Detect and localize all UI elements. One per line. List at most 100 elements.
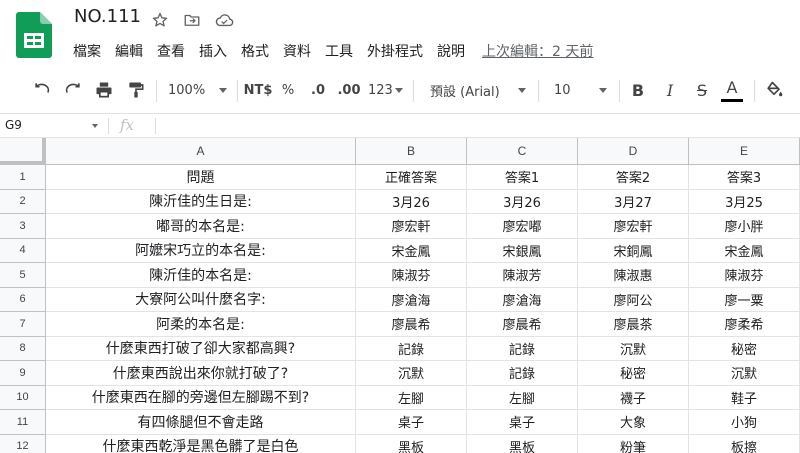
column-header[interactable]: A	[46, 138, 356, 165]
cell-answer-2[interactable]: 宋銅鳳	[578, 238, 689, 263]
cell-answer-1[interactable]: 桌子	[467, 410, 578, 435]
cell-answer-1[interactable]: 宋銀鳳	[467, 238, 578, 263]
bold-button[interactable]: B	[628, 70, 648, 110]
cell-answer-3[interactable]: 板擦	[689, 434, 800, 453]
cell-correct-answer[interactable]: 桌子	[356, 410, 467, 435]
header-cell-answer-1[interactable]: 答案1	[467, 165, 578, 190]
cell-answer-1[interactable]: 廖晨希	[467, 312, 578, 337]
cell-answer-3[interactable]: 廖一粟	[689, 287, 800, 312]
row-header[interactable]: 3	[0, 214, 46, 239]
italic-button[interactable]: I	[660, 70, 680, 110]
cell-question[interactable]: 陳沂佳的本名是:	[46, 263, 356, 288]
cell-answer-1[interactable]: 3月26	[467, 189, 578, 214]
row-header[interactable]: 8	[0, 336, 46, 361]
move-folder-icon[interactable]	[182, 10, 202, 30]
menu-file[interactable]: 檔案	[66, 42, 108, 62]
cell-question[interactable]: 陳沂佳的生日是:	[46, 189, 356, 214]
row-header[interactable]: 6	[0, 287, 46, 312]
undo-icon[interactable]	[30, 70, 54, 110]
cell-answer-3[interactable]: 宋金鳳	[689, 238, 800, 263]
cell-answer-1[interactable]: 陳淑芳	[467, 263, 578, 288]
font-size-select[interactable]: 10	[554, 70, 612, 110]
row-header[interactable]: 9	[0, 361, 46, 386]
cell-answer-3[interactable]: 小狗	[689, 410, 800, 435]
cell-answer-2[interactable]: 廖宏軒	[578, 214, 689, 239]
zoom-select[interactable]: 100%	[168, 70, 232, 110]
row-header[interactable]: 12	[0, 434, 46, 453]
cell-answer-3[interactable]: 廖柔希	[689, 312, 800, 337]
paint-format-icon[interactable]	[124, 70, 148, 110]
menu-data[interactable]: 資料	[276, 42, 318, 62]
row-header[interactable]: 7	[0, 312, 46, 337]
document-title[interactable]: NO.111	[74, 6, 141, 27]
cell-question[interactable]: 什麼東西說出來你就打破了?	[46, 361, 356, 386]
cell-answer-3[interactable]: 沉默	[689, 361, 800, 386]
cell-answer-3[interactable]: 陳淑芬	[689, 263, 800, 288]
last-edit-link[interactable]: 上次編輯：2 天前	[482, 42, 593, 62]
cell-correct-answer[interactable]: 廖滄海	[356, 287, 467, 312]
header-cell-correct-answer[interactable]: 正確答案	[356, 165, 467, 190]
font-family-select[interactable]: 預設 (Arial)	[430, 70, 530, 110]
row-header[interactable]: 5	[0, 263, 46, 288]
cell-question[interactable]: 什麼東西在腳的旁邊但左腳踢不到?	[46, 385, 356, 410]
column-header[interactable]: C	[467, 138, 578, 165]
cell-correct-answer[interactable]: 記錄	[356, 336, 467, 361]
more-formats-select[interactable]: 123	[368, 70, 404, 110]
print-icon[interactable]	[92, 70, 116, 110]
strikethrough-button[interactable]: S	[692, 70, 712, 110]
cell-answer-2[interactable]: 沉默	[578, 336, 689, 361]
cell-answer-1[interactable]: 黑板	[467, 434, 578, 453]
cell-correct-answer[interactable]: 3月26	[356, 189, 467, 214]
header-cell-answer-2[interactable]: 答案2	[578, 165, 689, 190]
row-header[interactable]: 10	[0, 385, 46, 410]
header-cell-question[interactable]: 問題	[46, 165, 356, 190]
cell-answer-3[interactable]: 秘密	[689, 336, 800, 361]
column-header[interactable]: D	[578, 138, 689, 165]
menu-view[interactable]: 查看	[150, 42, 192, 62]
cell-question[interactable]: 什麼東西打破了卻大家都高興?	[46, 336, 356, 361]
cloud-saved-icon[interactable]	[214, 10, 234, 30]
fill-color-icon[interactable]	[762, 70, 786, 110]
cell-correct-answer[interactable]: 左腳	[356, 385, 467, 410]
cell-answer-2[interactable]: 廖晨茶	[578, 312, 689, 337]
menu-tools[interactable]: 工具	[318, 42, 360, 62]
name-box[interactable]: G9	[0, 114, 106, 137]
redo-icon[interactable]	[61, 70, 85, 110]
cell-answer-2[interactable]: 粉筆	[578, 434, 689, 453]
cell-question[interactable]: 阿柔的本名是:	[46, 312, 356, 337]
cell-correct-answer[interactable]: 宋金鳳	[356, 238, 467, 263]
cell-answer-2[interactable]: 襪子	[578, 385, 689, 410]
decrease-decimal-button[interactable]: .0	[306, 70, 330, 110]
menu-edit[interactable]: 編輯	[108, 42, 150, 62]
cell-answer-3[interactable]: 3月25	[689, 189, 800, 214]
spreadsheet-grid[interactable]: A B C D E 1 問題 正確答案 答案1 答案2 答案3 2 陳沂佳的生日是: 3月26 3月26 3月…	[0, 138, 800, 453]
cell-answer-1[interactable]: 記錄	[467, 361, 578, 386]
cell-correct-answer[interactable]: 陳淑芬	[356, 263, 467, 288]
menu-format[interactable]: 格式	[234, 42, 276, 62]
cell-question[interactable]: 阿嬤宋巧立的本名是:	[46, 238, 356, 263]
cell-question[interactable]: 什麼東西乾淨是黑色髒了是白色	[46, 434, 356, 453]
cell-answer-3[interactable]: 廖小胖	[689, 214, 800, 239]
cell-answer-1[interactable]: 廖滄海	[467, 287, 578, 312]
cell-answer-1[interactable]: 記錄	[467, 336, 578, 361]
menu-addons[interactable]: 外掛程式	[360, 42, 430, 62]
row-header[interactable]: 11	[0, 410, 46, 435]
text-color-button[interactable]: A	[720, 70, 744, 110]
cell-correct-answer[interactable]: 沉默	[356, 361, 467, 386]
star-icon[interactable]	[150, 10, 170, 30]
cell-correct-answer[interactable]: 黑板	[356, 434, 467, 453]
cell-answer-2[interactable]: 秘密	[578, 361, 689, 386]
row-header[interactable]: 1	[0, 165, 46, 190]
cell-question[interactable]: 嘟哥的本名是:	[46, 214, 356, 239]
cell-answer-2[interactable]: 3月27	[578, 189, 689, 214]
cell-question[interactable]: 有四條腿但不會走路	[46, 410, 356, 435]
row-header[interactable]: 2	[0, 189, 46, 214]
header-cell-answer-3[interactable]: 答案3	[689, 165, 800, 190]
menu-help[interactable]: 說明	[430, 42, 472, 62]
column-header[interactable]: B	[356, 138, 467, 165]
cell-answer-1[interactable]: 左腳	[467, 385, 578, 410]
select-all-corner[interactable]	[0, 138, 46, 165]
currency-format-button[interactable]: NT$	[243, 70, 273, 110]
cell-answer-3[interactable]: 鞋子	[689, 385, 800, 410]
percent-format-button[interactable]: %	[279, 70, 297, 110]
